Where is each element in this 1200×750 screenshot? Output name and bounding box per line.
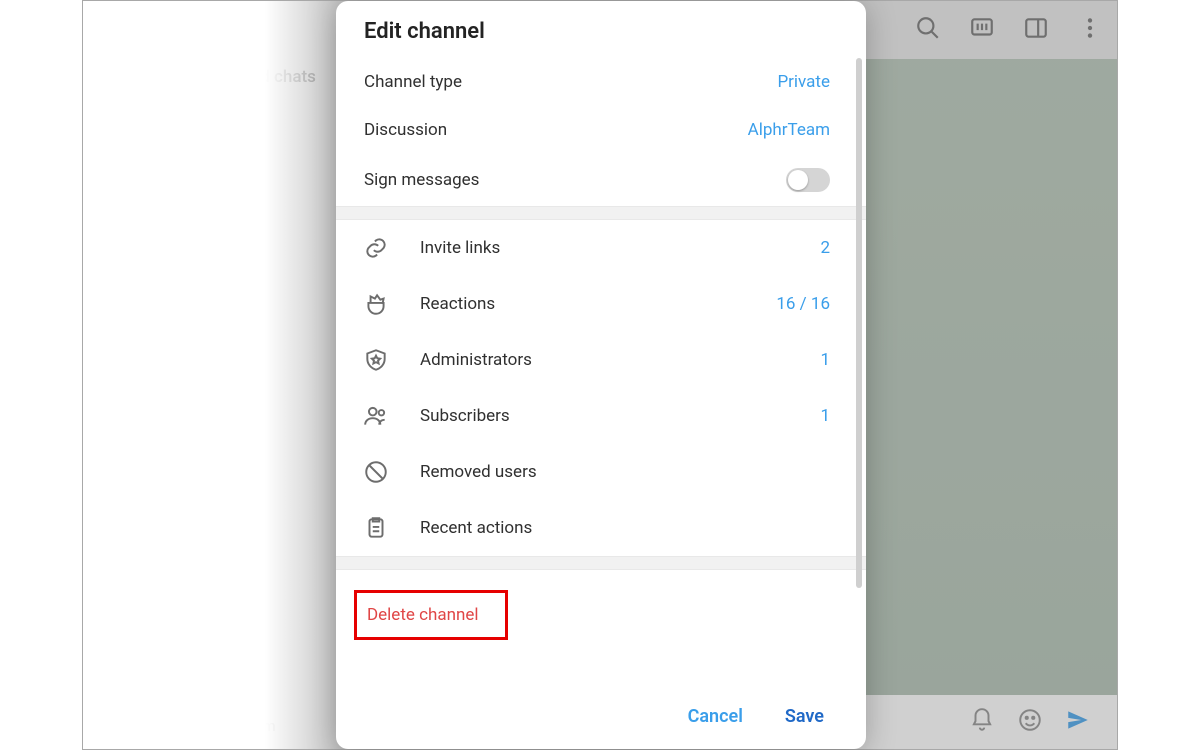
- recent-actions-label: Recent actions: [420, 518, 830, 538]
- modal-body[interactable]: Channel type Private Discussion AlphrTea…: [336, 58, 866, 688]
- discussion-label: Discussion: [364, 120, 748, 140]
- admins-icon: [362, 346, 390, 374]
- recent-actions-row[interactable]: Recent actions: [336, 500, 866, 556]
- section-divider: [336, 206, 866, 220]
- discussion-row[interactable]: Discussion AlphrTeam: [336, 106, 866, 154]
- sign-messages-row[interactable]: Sign messages: [336, 154, 866, 206]
- administrators-count: 1: [820, 350, 830, 370]
- scrollbar-thumb[interactable]: [856, 58, 862, 588]
- modal-footer: Cancel Save: [336, 688, 866, 749]
- section-divider: [336, 556, 866, 570]
- administrators-label: Administrators: [420, 350, 820, 370]
- cancel-button[interactable]: Cancel: [688, 706, 743, 727]
- invite-links-label: Invite links: [420, 238, 820, 258]
- removed-users-label: Removed users: [420, 462, 830, 482]
- subscribers-count: 1: [820, 406, 830, 426]
- invite-links-count: 2: [820, 238, 830, 258]
- recent-icon: [362, 514, 390, 542]
- removed-icon: [362, 458, 390, 486]
- reactions-icon: [362, 290, 390, 318]
- subscribers-label: Subscribers: [420, 406, 820, 426]
- subscribers-row[interactable]: Subscribers 1: [336, 388, 866, 444]
- sign-messages-label: Sign messages: [364, 170, 786, 190]
- delete-channel-row[interactable]: Delete channel: [336, 570, 866, 660]
- invite-links-row[interactable]: Invite links 2: [336, 220, 866, 276]
- channel-type-label: Channel type: [364, 72, 777, 92]
- reactions-label: Reactions: [420, 294, 776, 314]
- delete-channel-label: Delete channel: [367, 605, 479, 625]
- left-fade: [83, 1, 343, 749]
- sign-messages-toggle[interactable]: [786, 168, 830, 192]
- delete-channel-highlight: Delete channel: [354, 590, 508, 640]
- removed-users-row[interactable]: Removed users: [336, 444, 866, 500]
- link-icon: [362, 234, 390, 262]
- modal-title: Edit channel: [336, 1, 866, 58]
- subscribers-icon: [362, 402, 390, 430]
- reactions-row[interactable]: Reactions 16 / 16: [336, 276, 866, 332]
- administrators-row[interactable]: Administrators 1: [336, 332, 866, 388]
- save-button[interactable]: Save: [785, 706, 824, 727]
- channel-type-value: Private: [777, 72, 830, 92]
- reactions-count: 16 / 16: [776, 294, 830, 314]
- discussion-value: AlphrTeam: [748, 120, 830, 140]
- app-window: Search Archived chats AlphrTeam Edit cha…: [82, 0, 1118, 750]
- edit-channel-modal: Edit channel Channel type Private Discus…: [336, 1, 866, 749]
- channel-type-row[interactable]: Channel type Private: [336, 58, 866, 106]
